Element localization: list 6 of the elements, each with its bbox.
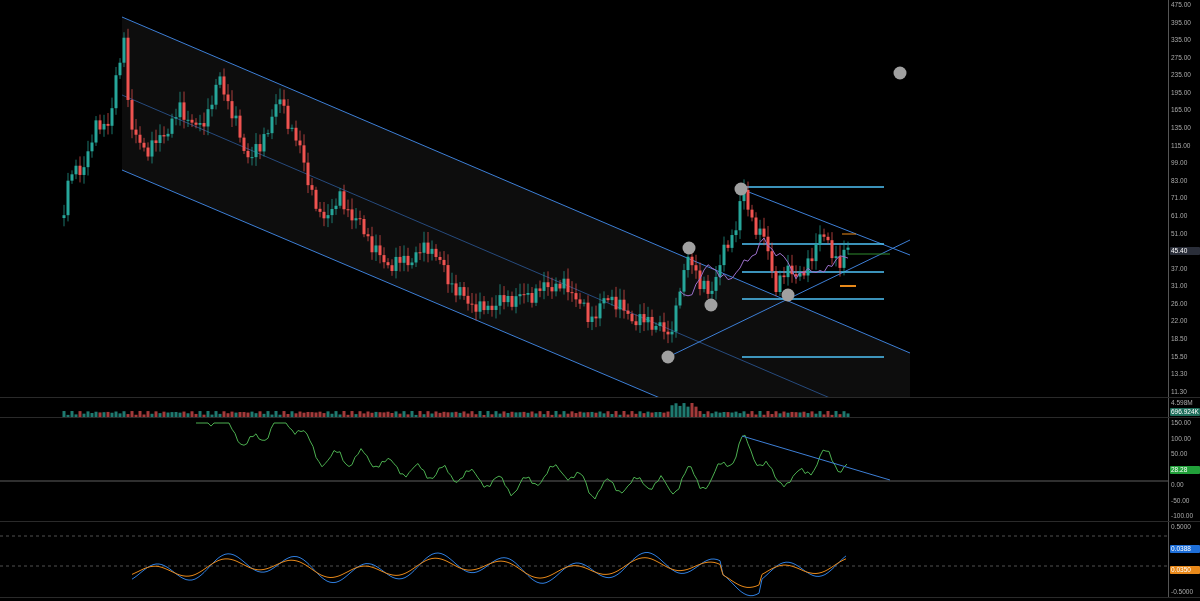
point-marker	[704, 298, 718, 312]
point-marker	[661, 350, 675, 364]
point-marker	[734, 182, 748, 196]
point-marker	[682, 241, 696, 255]
point-marker	[893, 66, 907, 80]
point-marker	[781, 288, 795, 302]
